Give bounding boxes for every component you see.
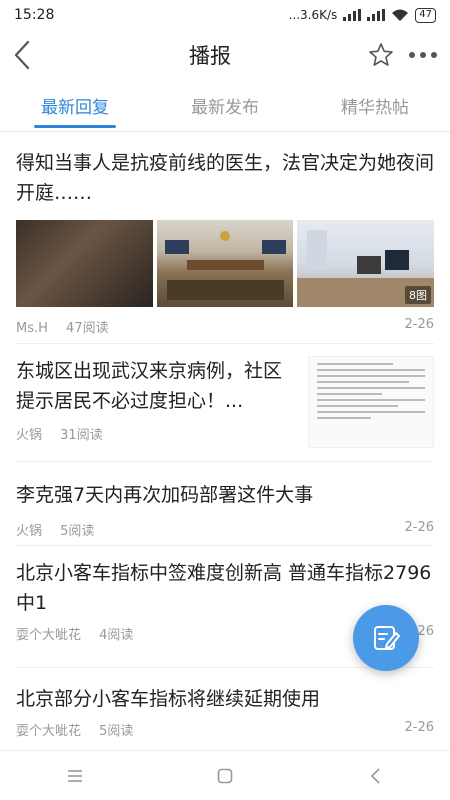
list-item[interactable]: 东城区出现武汉来京病例，社区提示居民不必过度担心！... 火锅 31阅读	[16, 344, 434, 462]
post-text: 东城区出现武汉来京病例，社区提示居民不必过度担心！... 火锅 31阅读	[16, 356, 291, 461]
tab-latest-reply[interactable]: 最新回复	[0, 80, 150, 131]
network-speed: ...3.6K/s	[288, 8, 338, 22]
post-image[interactable]	[16, 220, 153, 307]
star-icon[interactable]	[368, 42, 394, 68]
wifi-icon	[392, 9, 409, 21]
tab-latest-post[interactable]: 最新发布	[150, 80, 300, 131]
post-thumbnail[interactable]	[308, 356, 434, 448]
chevron-left-icon	[14, 40, 30, 70]
post-author[interactable]: 耍个大呲花	[16, 724, 81, 739]
post-author[interactable]: Ms.H	[16, 321, 48, 336]
signal-icon	[343, 9, 362, 21]
list-item[interactable]: 得知当事人是抗疫前线的医生，法官决定为她夜间开庭…… 8图 Ms.H 47阅读 …	[16, 132, 435, 344]
tab-bar: 最新回复 最新发布 精华热帖	[0, 80, 450, 132]
system-navigation-bar	[0, 750, 450, 800]
list-item[interactable]: 李克强7天内再次加码部署这件大事 火锅 5阅读 2-26	[16, 462, 434, 546]
list-item[interactable]: 北京部分小客车指标将继续延期使用 耍个大呲花 5阅读 2-26	[16, 668, 434, 750]
signal-icon-2	[367, 9, 386, 21]
home-square-icon	[217, 768, 233, 783]
menu-nav-button[interactable]	[45, 756, 105, 796]
compose-icon	[374, 626, 400, 650]
tab-featured[interactable]: 精华热帖	[300, 80, 450, 131]
post-image[interactable]	[156, 220, 294, 307]
post-reads: 31阅读	[60, 428, 103, 443]
post-meta: 火锅 5阅读 2-26	[16, 520, 434, 539]
post-meta: Ms.H 47阅读 2-26	[16, 317, 434, 336]
menu-icon	[68, 769, 82, 782]
battery-indicator: 47	[415, 7, 436, 23]
post-date: 2-26	[404, 720, 434, 735]
more-icon[interactable]	[408, 51, 438, 59]
post-reads: 5阅读	[99, 724, 134, 739]
post-title[interactable]: 李克强7天内再次加码部署这件大事	[16, 480, 434, 510]
post-date: 2-26	[404, 317, 434, 332]
post-image[interactable]: 8图	[297, 220, 435, 307]
post-reads: 47阅读	[66, 321, 109, 336]
image-count-badge: 8图	[405, 286, 432, 304]
back-button[interactable]	[12, 35, 52, 75]
post-author[interactable]: 火锅	[16, 524, 42, 539]
post-title[interactable]: 得知当事人是抗疫前线的医生，法官决定为她夜间开庭……	[16, 148, 434, 208]
post-meta: 耍个大呲花 5阅读 2-26	[16, 720, 434, 739]
back-triangle-icon	[370, 767, 380, 784]
back-nav-button[interactable]	[345, 756, 405, 796]
post-author[interactable]: 火锅	[16, 428, 42, 443]
post-reads: 4阅读	[99, 628, 134, 643]
post-author[interactable]: 耍个大呲花	[16, 628, 81, 643]
header: 播报	[0, 30, 450, 80]
header-actions	[368, 42, 438, 68]
post-date: 2-26	[404, 520, 434, 535]
compose-button[interactable]	[353, 605, 419, 671]
status-indicators: ...3.6K/s 47	[288, 7, 436, 23]
courtroom-graphic	[164, 231, 286, 300]
page-title: 播报	[189, 44, 231, 68]
post-title[interactable]: 东城区出现武汉来京病例，社区提示居民不必过度担心！...	[16, 356, 291, 416]
post-meta: 火锅 31阅读	[16, 424, 291, 443]
home-nav-button[interactable]	[195, 756, 255, 796]
post-title[interactable]: 北京部分小客车指标将继续延期使用	[16, 684, 434, 714]
image-row: 8图	[16, 220, 435, 307]
status-bar: 15:28 ...3.6K/s 47	[0, 0, 450, 30]
post-reads: 5阅读	[60, 524, 95, 539]
status-time: 15:28	[14, 7, 55, 23]
